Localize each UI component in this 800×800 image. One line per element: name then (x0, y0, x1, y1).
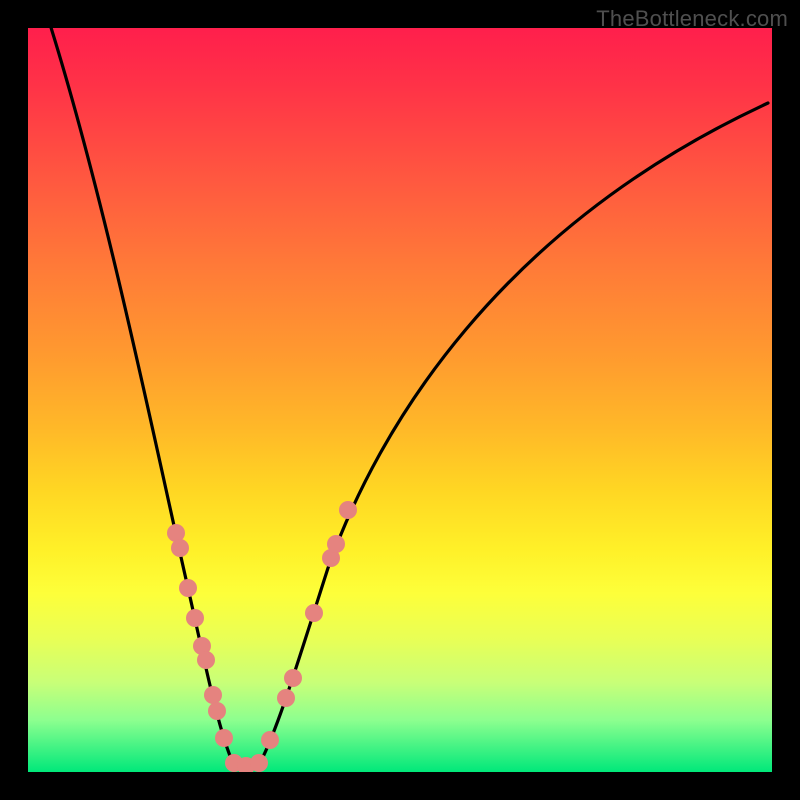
chart-frame: TheBottleneck.com (0, 0, 800, 800)
right-curve (233, 103, 768, 767)
curve-overlay (28, 28, 772, 772)
plot-area (28, 28, 772, 772)
watermark-text: TheBottleneck.com (596, 6, 788, 32)
pink-markers-valley (225, 754, 268, 772)
